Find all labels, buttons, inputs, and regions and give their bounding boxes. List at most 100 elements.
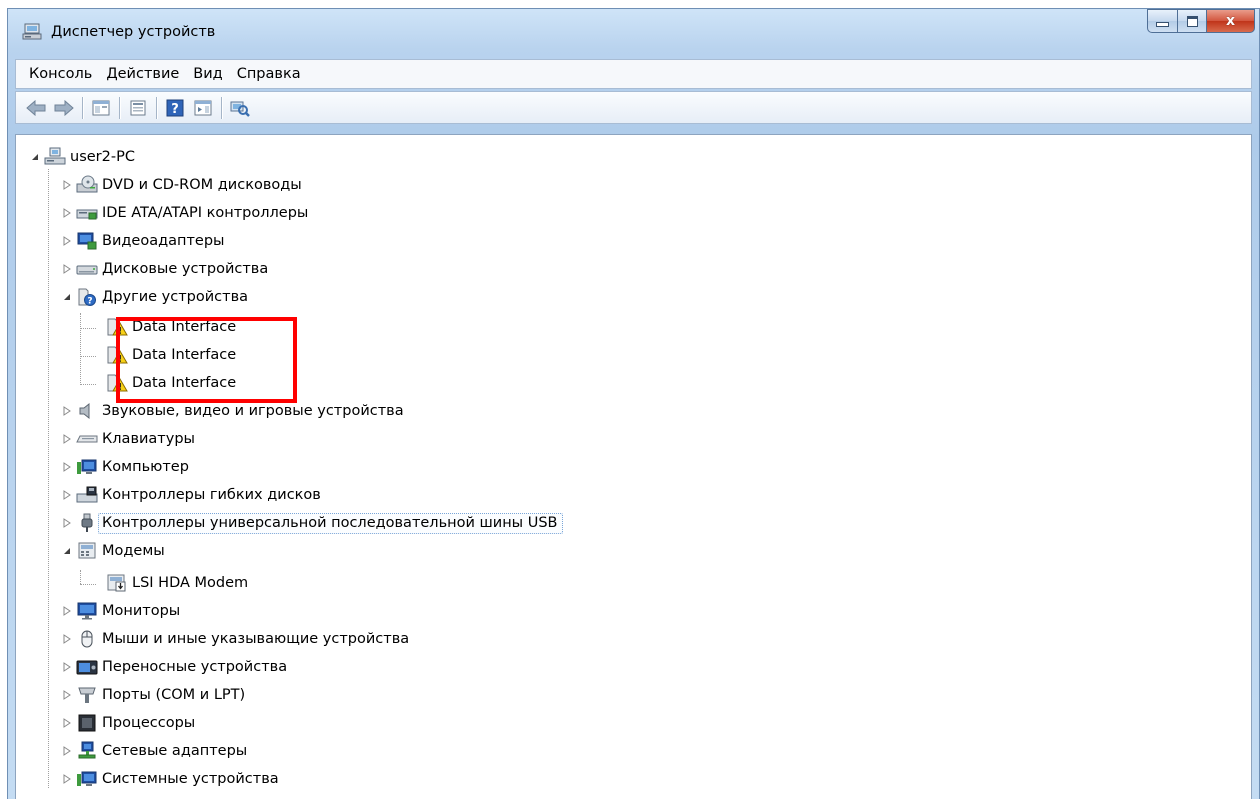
collapse-arrow-icon[interactable] [62,546,72,556]
back-button[interactable] [24,96,48,120]
menu-action[interactable]: Действие [106,66,179,82]
device-tree: user2-PC DVD и CD-ROM дисководы IDE ATA/… [16,135,1251,799]
tree-category-ports[interactable]: Порты (COM и LPT) [62,682,245,708]
forward-button[interactable] [52,96,76,120]
title-bar[interactable]: Диспетчер устройств x [8,9,1259,49]
tree-category-network[interactable]: Сетевые адаптеры [62,738,247,764]
tree-category-label: Контроллеры гибких дисков [102,487,321,503]
show-action-pane-icon [194,100,212,115]
tree-category-keyboards[interactable]: Клавиатуры [62,426,195,452]
expand-arrow-icon[interactable] [62,434,72,444]
system-device-icon [77,771,97,786]
computer-icon [77,459,97,474]
tree-category-other-devices[interactable]: ? Другие устройства [62,284,248,310]
help-icon: ? [166,99,184,117]
expand-arrow-icon[interactable] [62,518,72,528]
close-button[interactable]: x [1207,9,1255,33]
properties-button[interactable] [126,96,150,120]
back-arrow-icon [26,99,46,116]
collapse-arrow-icon[interactable] [30,152,40,162]
show-hide-console-tree-icon [92,100,110,115]
minimize-button[interactable] [1147,9,1177,33]
unknown-device-icon: ? [78,288,96,307]
processor-icon [78,714,96,732]
device-tree-pane[interactable]: user2-PC DVD и CD-ROM дисководы IDE ATA/… [15,134,1252,799]
keyboard-icon [76,435,98,443]
tree-category-label: Модемы [102,543,165,559]
expand-arrow-icon[interactable] [62,690,72,700]
computer-network-icon [44,147,66,165]
properties-icon [130,100,146,115]
device-manager-window: Диспетчер устройств x Консоль Действие В… [7,8,1260,799]
tree-category-dvd[interactable]: DVD и CD-ROM дисководы [62,172,302,198]
tree-category-label: Дисковые устройства [102,261,269,277]
tree-category-usb[interactable]: Контроллеры универсальной последовательн… [62,510,563,536]
scan-hardware-button[interactable] [228,96,252,120]
tree-category-label: Сетевые адаптеры [102,743,248,759]
expand-arrow-icon[interactable] [62,662,72,672]
tree-connector [80,570,81,584]
tree-category-label: Системные устройства [102,771,279,787]
port-icon [78,687,96,703]
expand-arrow-icon[interactable] [62,462,72,472]
tree-category-system[interactable]: Системные устройства [62,766,279,792]
tree-category-portable[interactable]: Переносные устройства [62,654,287,680]
tree-category-label: Переносные устройства [102,659,288,675]
mouse-icon [81,630,93,648]
tree-root[interactable]: user2-PC [30,144,135,170]
svg-text:?: ? [87,297,92,307]
tree-category-ide[interactable]: IDE ATA/ATAPI контроллеры [62,200,308,226]
tree-category-mice[interactable]: Мыши и иные указывающие устройства [62,626,409,652]
help-button[interactable]: ? [163,96,187,120]
tree-category-monitors[interactable]: Мониторы [62,598,180,624]
minimize-icon [1156,22,1169,27]
expand-arrow-icon[interactable] [62,208,72,218]
modem-device-icon [107,574,126,592]
toolbar-separator [119,96,120,119]
tree-category-video[interactable]: Видеоадаптеры [62,228,225,254]
menu-console[interactable]: Консоль [29,66,92,82]
tree-category-label: IDE ATA/ATAPI контроллеры [102,205,309,221]
collapse-arrow-icon[interactable] [62,292,72,302]
tree-connector [80,384,96,385]
expand-arrow-icon[interactable] [62,746,72,756]
tree-connector [48,169,49,788]
tree-category-modems[interactable]: Модемы [62,538,165,564]
maximize-button[interactable] [1177,9,1207,33]
tree-root-label: user2-PC [70,149,135,165]
expand-arrow-icon[interactable] [62,774,72,784]
expand-arrow-icon[interactable] [62,180,72,190]
usb-icon [81,513,93,532]
modem-icon [78,542,96,559]
tree-connector [80,584,96,585]
expand-arrow-icon[interactable] [62,264,72,274]
tree-category-floppy[interactable]: Контроллеры гибких дисков [62,482,321,508]
expand-arrow-icon[interactable] [62,406,72,416]
tree-category-computer[interactable]: Компьютер [62,454,189,480]
expand-arrow-icon[interactable] [62,718,72,728]
expand-arrow-icon[interactable] [62,634,72,644]
svg-text:?: ? [171,102,179,117]
network-adapter-icon [78,741,96,759]
tree-category-sound[interactable]: Звуковые, видео и игровые устройства [62,398,404,424]
tree-category-label: Компьютер [102,459,189,475]
tree-category-label: Другие устройства [102,289,249,305]
menu-view[interactable]: Вид [193,66,222,82]
toolbar-separator [221,96,222,119]
tree-category-disks[interactable]: Дисковые устройства [62,256,268,282]
action-pane-button[interactable] [191,96,215,120]
scan-hardware-changes-icon [230,101,250,117]
tree-connector [80,356,96,357]
show-hide-tree-button[interactable] [89,96,113,120]
menu-help[interactable]: Справка [237,66,301,82]
tree-category-processors[interactable]: Процессоры [62,710,195,736]
expand-arrow-icon[interactable] [62,236,72,246]
tree-device-lsi-hda-modem[interactable]: LSI HDA Modem [106,570,248,596]
expand-arrow-icon[interactable] [62,606,72,616]
tree-category-label: Звуковые, видео и игровые устройства [102,403,404,419]
disk-drive-icon [76,265,98,275]
ide-controller-icon [76,209,98,220]
toolbar-separator [82,96,83,119]
expand-arrow-icon[interactable] [62,490,72,500]
display-adapter-icon [77,232,97,250]
